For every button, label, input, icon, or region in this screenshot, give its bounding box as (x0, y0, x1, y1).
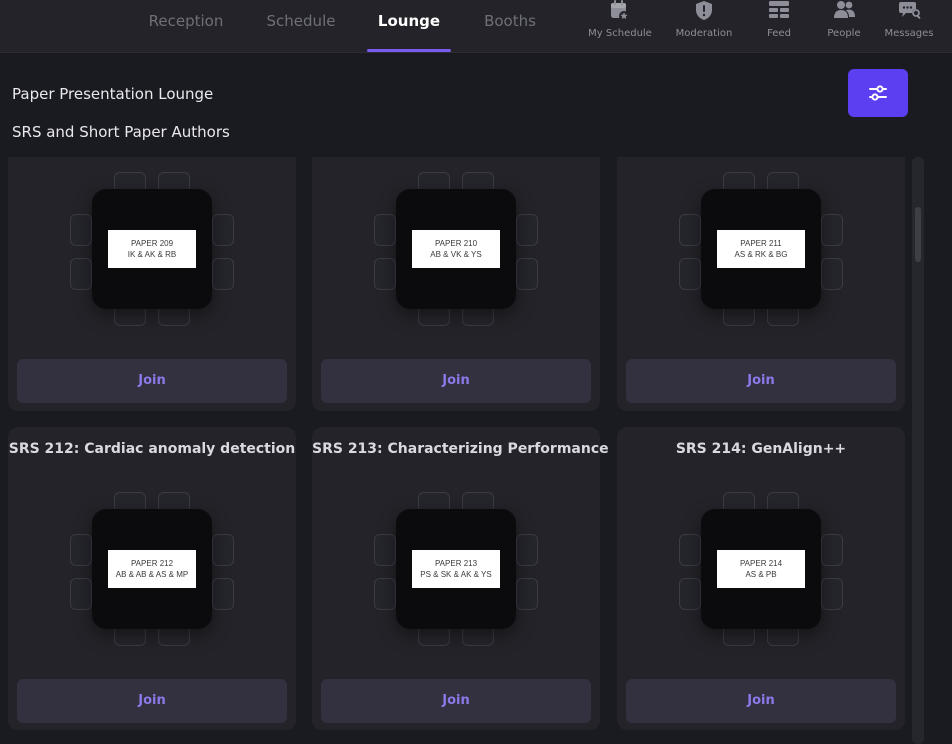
table-seating[interactable]: PAPER 213 PS & SK & AK & YS (373, 486, 539, 652)
seat[interactable] (374, 214, 396, 246)
tab-schedule[interactable]: Schedule (258, 0, 344, 53)
moderation-button[interactable]: Moderation (669, 0, 739, 53)
table-name-tag: PAPER 210 AB & VK & YS (412, 230, 500, 268)
seat[interactable] (212, 534, 234, 566)
table-top: PAPER 214 AS & PB (701, 509, 821, 629)
join-button[interactable]: Join (17, 359, 287, 403)
table-name-tag: PAPER 209 IK & AK & RB (108, 230, 196, 268)
seat[interactable] (821, 578, 843, 610)
table-top: PAPER 209 IK & AK & RB (92, 189, 212, 309)
messages-label: Messages (884, 28, 934, 39)
table-name-tag: PAPER 213 PS & SK & AK & YS (412, 550, 500, 588)
table-seating[interactable]: PAPER 211 AS & RK & BG (678, 166, 844, 332)
table-name-tag: PAPER 214 AS & PB (717, 550, 805, 588)
lounge-subtitle-overlay: SRS and Short Paper Authors (12, 123, 230, 141)
seat[interactable] (516, 258, 538, 290)
seat[interactable] (679, 578, 701, 610)
tab-booths[interactable]: Booths (475, 0, 545, 53)
seat[interactable] (212, 578, 234, 610)
seat[interactable] (516, 214, 538, 246)
table-top: PAPER 213 PS & SK & AK & YS (396, 509, 516, 629)
join-button[interactable]: Join (321, 679, 591, 723)
people-button[interactable]: People (809, 0, 879, 53)
seat[interactable] (821, 534, 843, 566)
table-seating[interactable]: PAPER 209 IK & AK & RB (69, 166, 235, 332)
seat[interactable] (374, 258, 396, 290)
paper-number: PAPER 211 (740, 239, 782, 248)
lounge-table-card: SRS 213: Characterizing Performance PAPE… (312, 427, 609, 730)
author-initials: IK & AK & RB (127, 250, 177, 259)
tab-reception[interactable]: Reception (140, 0, 232, 53)
table-title: SRS 213: Characterizing Performance (312, 441, 609, 457)
lounge-table-card: PAPER 209 IK & AK & RB Join (8, 140, 296, 411)
table-seating[interactable]: PAPER 212 AB & AB & AS & MP (69, 486, 235, 652)
shield-alert-icon (696, 1, 712, 20)
table-title: SRS 214: GenAlign++ (675, 441, 847, 457)
my-schedule-label: My Schedule (588, 28, 652, 39)
table-name-tag: PAPER 212 AB & AB & AS & MP (108, 550, 196, 588)
seat[interactable] (70, 214, 92, 246)
page-title-overlay: Paper Presentation Lounge (12, 85, 214, 103)
people-icon (834, 1, 855, 18)
top-nav-bar: Reception Schedule Lounge Booths My Sche… (0, 0, 952, 53)
table-title: SRS 212: Cardiac anomaly detection (8, 441, 296, 457)
seat[interactable] (70, 578, 92, 610)
join-button[interactable]: Join (321, 359, 591, 403)
seat[interactable] (679, 534, 701, 566)
author-initials: AB & AB & AS & MP (115, 570, 189, 579)
seat[interactable] (374, 534, 396, 566)
table-seating[interactable]: PAPER 210 AB & VK & YS (373, 166, 539, 332)
paper-number: PAPER 212 (130, 559, 174, 568)
join-button[interactable]: Join (17, 679, 287, 723)
seat[interactable] (374, 578, 396, 610)
seat[interactable] (516, 578, 538, 610)
paper-number: PAPER 209 (130, 239, 174, 248)
sliders-icon (869, 85, 887, 101)
author-initials: AS & RK & BG (734, 250, 788, 259)
author-initials: AB & VK & YS (430, 250, 482, 259)
messages-icon (899, 2, 921, 19)
scrollbar-thumb[interactable] (915, 207, 921, 262)
calendar-star-icon (611, 0, 629, 21)
seat[interactable] (212, 258, 234, 290)
seat[interactable] (516, 534, 538, 566)
moderation-label: Moderation (675, 28, 733, 39)
table-top: PAPER 210 AB & VK & YS (396, 189, 516, 309)
feed-icon (769, 1, 789, 18)
feed-button[interactable]: Feed (744, 0, 814, 53)
messages-button[interactable]: Messages (874, 0, 944, 53)
table-top: PAPER 212 AB & AB & AS & MP (92, 509, 212, 629)
seat[interactable] (212, 214, 234, 246)
paper-number: PAPER 213 (434, 559, 478, 568)
join-button[interactable]: Join (626, 359, 896, 403)
seat[interactable] (821, 258, 843, 290)
seat[interactable] (821, 214, 843, 246)
tab-lounge[interactable]: Lounge (367, 0, 451, 53)
lounge-table-card: SRS 212: Cardiac anomaly detection PAPER… (8, 427, 296, 730)
my-schedule-button[interactable]: My Schedule (585, 0, 655, 53)
author-initials: AS & PB (745, 570, 777, 579)
feed-label: Feed (767, 28, 791, 39)
table-name-tag: PAPER 211 AS & RK & BG (717, 230, 805, 268)
seat[interactable] (70, 258, 92, 290)
lounge-table-card: PAPER 210 AB & VK & YS Join (312, 140, 600, 411)
header-band (0, 53, 952, 157)
lounge-table-card: PAPER 211 AS & RK & BG Join (617, 140, 905, 411)
paper-number: PAPER 210 (434, 239, 478, 248)
active-tab-indicator (367, 49, 451, 52)
lounge-table-card: SRS 214: GenAlign++ PAPER 214 AS & PB Jo… (617, 427, 905, 730)
author-initials: PS & SK & AK & YS (420, 570, 492, 579)
paper-number: PAPER 214 (739, 559, 783, 568)
seat[interactable] (679, 258, 701, 290)
table-seating[interactable]: PAPER 214 AS & PB (678, 486, 844, 652)
table-top: PAPER 211 AS & RK & BG (701, 189, 821, 309)
seat[interactable] (679, 214, 701, 246)
people-label: People (827, 28, 861, 39)
seat[interactable] (70, 534, 92, 566)
filter-button-overlay[interactable] (848, 69, 908, 117)
join-button[interactable]: Join (626, 679, 896, 723)
